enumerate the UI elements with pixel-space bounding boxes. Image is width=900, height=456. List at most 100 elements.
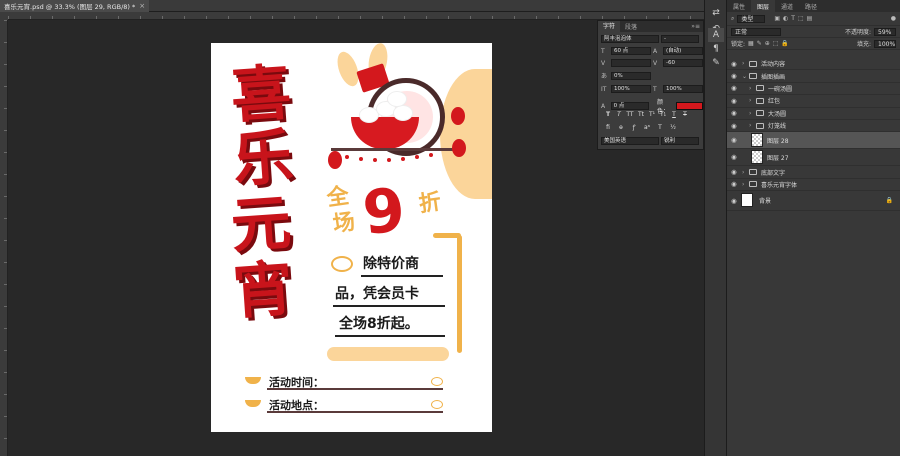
chevron-right-icon[interactable]: › — [742, 60, 748, 67]
layer-name: 插图插画 — [761, 73, 786, 81]
opacity-field[interactable]: 59% — [874, 27, 896, 36]
layer-row-bowl[interactable]: ◉ › 一碗汤圆 — [727, 83, 900, 96]
info-underline — [267, 388, 443, 390]
superscript-button[interactable]: T¹ — [648, 111, 656, 118]
tsume-field[interactable]: 0% — [611, 71, 651, 80]
ruler-corner — [0, 12, 8, 20]
tab-properties[interactable]: 属性 — [727, 0, 751, 12]
visibility-eye-icon[interactable]: ◉ — [731, 72, 739, 80]
bead — [359, 157, 363, 161]
layer-row-lantern-line[interactable]: ◉ › 灯笼线 — [727, 120, 900, 133]
search-icon: ⌕ — [731, 14, 735, 22]
visibility-eye-icon[interactable]: ◉ — [731, 197, 739, 205]
layer-row-title-font[interactable]: ◉ › 喜乐元宵字体 — [727, 179, 900, 192]
layer-filter-select[interactable]: 类型 — [737, 14, 766, 23]
layer-row-bottom-text[interactable]: ◉ › 底部文字 — [727, 166, 900, 179]
close-icon[interactable]: × — [139, 2, 145, 10]
visibility-eye-icon[interactable]: ◉ — [731, 136, 739, 144]
layer-name: 图层 28 — [767, 137, 789, 145]
layer-row-layer-28[interactable]: ◉ 图层 28 — [727, 132, 900, 150]
bead — [373, 158, 377, 162]
brush-icon[interactable]: ✎ — [708, 56, 724, 70]
font-size-field[interactable]: 60 点 — [611, 47, 651, 55]
lantern-icon — [328, 151, 342, 169]
visibility-eye-icon[interactable]: ◉ — [731, 97, 739, 105]
blend-mode-select[interactable]: 正常 — [731, 27, 781, 36]
layer-name: 灯笼线 — [768, 123, 787, 131]
layer-row-illustrations[interactable]: ◉ ⌄ 插图插画 — [727, 70, 900, 83]
horizontal-scale-field[interactable]: 100% — [663, 85, 703, 93]
visibility-eye-icon[interactable]: ◉ — [731, 153, 739, 161]
document-canvas[interactable]: 喜 乐 元 宵 全 场 9 折 除特价商 品，凭会员卡 全场8折起。 活动时间：… — [211, 43, 492, 432]
blend-row: 正常 不透明度: 59% — [727, 26, 900, 38]
visibility-eye-icon[interactable]: ◉ — [731, 122, 739, 130]
visibility-eye-icon[interactable]: ◉ — [731, 60, 739, 68]
chevron-right-icon[interactable]: › — [749, 122, 755, 129]
tracking-field[interactable]: -60 — [663, 59, 703, 67]
tab-paths[interactable]: 路径 — [799, 0, 823, 12]
chevron-right-icon[interactable]: › — [749, 85, 755, 92]
antialias-select[interactable]: 锐利 — [661, 137, 699, 145]
document-tab-bar: 喜乐元宵.psd @ 33.3% (图层 29, RGB/8) * × — [0, 0, 704, 12]
text-color-swatch[interactable] — [676, 102, 703, 110]
ligature-icon[interactable]: fi — [604, 124, 612, 131]
filter-toggle-icon[interactable]: ● — [891, 15, 896, 22]
character-panel-icon[interactable]: A — [708, 28, 724, 42]
lock-icon[interactable]: 🔒 — [886, 197, 893, 204]
font-style-select[interactable]: - — [661, 35, 699, 43]
faux-bold-button[interactable]: T — [604, 111, 612, 118]
layer-name: 喜乐元宵字体 — [761, 181, 798, 189]
tab-character[interactable]: 字符 — [598, 21, 621, 32]
filter-icons[interactable]: ▣◐T⬚▤ — [774, 15, 815, 22]
chevron-right-icon[interactable]: › — [749, 110, 755, 117]
layer-row-activity-content[interactable]: ◉ › 活动内容 — [727, 58, 900, 71]
visibility-eye-icon[interactable]: ◉ — [731, 109, 739, 117]
move-tool-icon[interactable]: ⇄ — [708, 6, 724, 20]
chevron-right-icon[interactable]: › — [749, 97, 755, 104]
kerning-field[interactable] — [611, 59, 651, 67]
document-tab[interactable]: 喜乐元宵.psd @ 33.3% (图层 29, RGB/8) * × — [0, 0, 150, 12]
language-select[interactable]: 美国英语 — [601, 137, 659, 145]
chevron-right-icon[interactable]: › — [742, 169, 748, 176]
chevron-right-icon[interactable]: › — [742, 181, 748, 188]
layer-row-big-tangyuan[interactable]: ◉ › 大汤圆 — [727, 108, 900, 120]
chevron-down-icon[interactable]: ⌄ — [742, 73, 748, 80]
layer-row-red-envelope[interactable]: ◉ › 红包 — [727, 95, 900, 108]
leading-icon: A — [653, 47, 658, 55]
font-family-select[interactable]: 阿丰泡泡体 — [601, 35, 659, 43]
lantern-icon — [451, 107, 465, 125]
character-panel: 字符 段落 »≡ 阿丰泡泡体 - T 60 点 A (自动) V V -60 あ… — [597, 20, 704, 150]
leading-field[interactable]: (自动) — [663, 47, 703, 55]
visibility-eye-icon[interactable]: ◉ — [731, 180, 739, 188]
paragraph-panel-icon[interactable]: ¶ — [708, 42, 724, 56]
panel-menu-icon[interactable]: »≡ — [691, 23, 703, 30]
underline-button[interactable]: T — [670, 111, 678, 118]
tangyuan-ball — [387, 91, 407, 107]
ordinal-icon[interactable]: aᵃ — [643, 124, 651, 131]
lock-icons[interactable]: ▦✎⊕⬚🔒 — [748, 40, 792, 47]
fraction-icon[interactable]: ½ — [669, 124, 677, 131]
swash-icon[interactable]: ꝭ — [630, 123, 638, 131]
vertical-scale-field[interactable]: 100% — [611, 85, 651, 93]
layer-list: ◉ › 活动内容 ◉ ⌄ 插图插画 ◉ › 一碗汤圆 ◉ › 红包 ◉ › 大汤… — [727, 58, 900, 212]
visibility-eye-icon[interactable]: ◉ — [731, 168, 739, 176]
fill-label: 填充: — [856, 41, 871, 48]
fill-field[interactable]: 100% — [874, 39, 896, 48]
vertical-ruler[interactable] — [0, 20, 8, 456]
faux-italic-button[interactable]: T — [615, 111, 623, 118]
layer-row-layer-27[interactable]: ◉ 图层 27 — [727, 149, 900, 167]
visibility-eye-icon[interactable]: ◉ — [731, 84, 739, 92]
baseline-shift-field[interactable]: 0 点 — [610, 102, 650, 110]
titling-icon[interactable]: T — [656, 124, 664, 131]
subscript-button[interactable]: T₁ — [659, 111, 667, 118]
tab-channels[interactable]: 通道 — [775, 0, 799, 12]
all-caps-button[interactable]: TT — [626, 111, 634, 118]
small-caps-button[interactable]: Tt — [637, 111, 645, 118]
layer-row-background[interactable]: ◉ 背景 🔒 — [727, 191, 900, 212]
tab-paragraph[interactable]: 段落 — [620, 22, 642, 31]
layer-name: 背景 — [759, 198, 772, 206]
horizontal-ruler[interactable] — [8, 12, 704, 20]
tab-layers[interactable]: 图层 — [751, 0, 776, 12]
strikethrough-button[interactable]: T — [681, 111, 689, 118]
oldstyle-icon[interactable]: ɵ — [617, 124, 625, 131]
